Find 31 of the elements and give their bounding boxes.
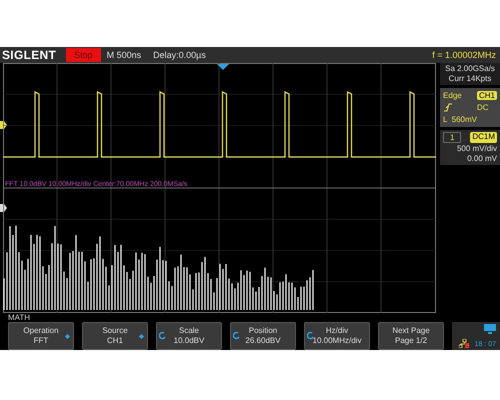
monitor-icon xyxy=(484,324,496,334)
trigger-source: CH1 xyxy=(476,91,497,100)
softkey-button[interactable]: Operation FFT xyxy=(8,322,74,350)
sample-rate: Sa 2.00GSa/s xyxy=(444,64,496,74)
frequency-reading: f = 1.00002MHz xyxy=(432,50,497,60)
rising-edge-icon xyxy=(443,103,454,112)
vertical-offset: 0.00 mV xyxy=(467,154,497,163)
channel-coupling: DC1M xyxy=(470,132,497,143)
knob-icon xyxy=(159,332,166,340)
trigger-coupling: DC xyxy=(476,103,490,112)
delay: Delay:0.00µs xyxy=(153,50,206,60)
memory-depth: Curr 14Kpts xyxy=(448,74,492,84)
knob-icon xyxy=(307,332,314,340)
softkey-button[interactable]: Position 26.60dBV xyxy=(230,322,296,350)
trigger-level: L 560mV xyxy=(443,115,477,124)
timebase: M 500ns xyxy=(106,50,142,60)
trigger-type: Edge xyxy=(443,91,463,100)
knob-icon xyxy=(233,332,240,340)
brand-logo: SIGLENT xyxy=(1,48,58,62)
diamond-icon xyxy=(139,334,144,339)
network-icon xyxy=(458,339,469,348)
diamond-icon xyxy=(65,334,70,339)
softkey-button[interactable]: Scale 10.0dBV xyxy=(156,322,222,350)
vertical-scale: 500 mV/div xyxy=(456,144,497,153)
channel-marker-icon xyxy=(0,121,7,129)
softkey-button[interactable]: Source CH1 xyxy=(82,322,148,350)
softkey-button[interactable]: Hz/div 10.00MHz/div xyxy=(304,322,370,350)
channel-number[interactable]: 1 xyxy=(443,132,462,143)
softkey-button[interactable]: Next Page Page 1/2 xyxy=(378,322,444,350)
math-marker-icon xyxy=(0,204,7,212)
menu-title: MATH xyxy=(7,313,32,322)
